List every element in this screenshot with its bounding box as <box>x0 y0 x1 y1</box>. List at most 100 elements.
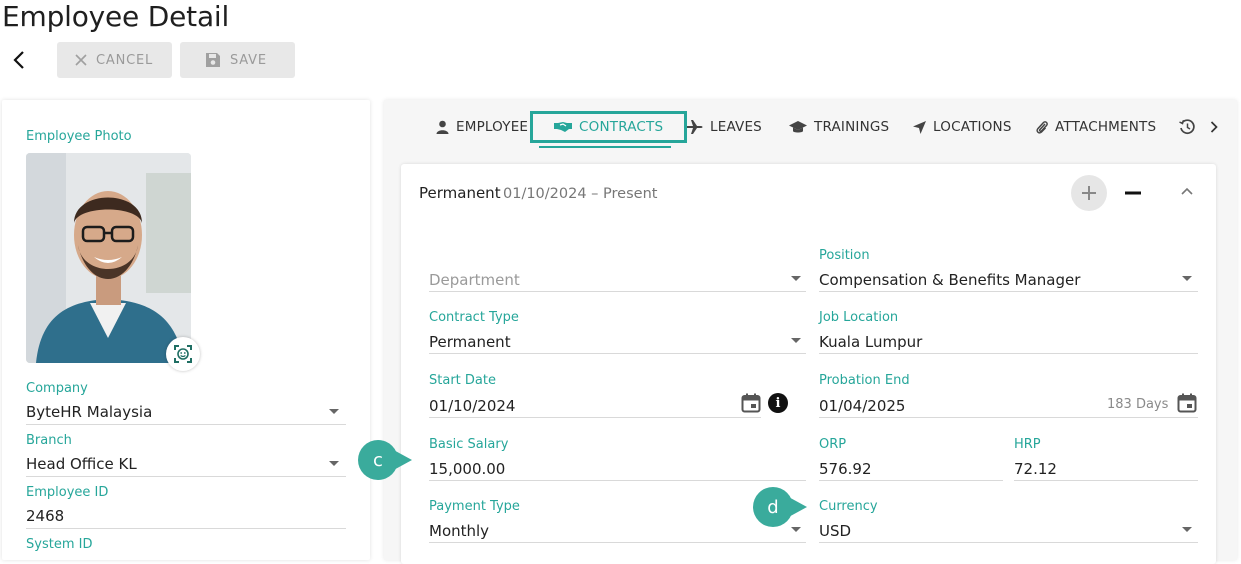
tabs-scroll-right-button[interactable] <box>1210 112 1218 142</box>
position-label: Position <box>819 248 870 263</box>
add-contract-button[interactable] <box>1071 175 1107 211</box>
department-select[interactable]: Department <box>429 271 520 289</box>
divider <box>819 291 1198 292</box>
cancel-button[interactable]: CANCEL <box>57 42 172 78</box>
back-button[interactable] <box>8 48 30 72</box>
divider <box>429 417 761 418</box>
contract-type-heading: Permanent <box>419 184 501 202</box>
employee-photo <box>26 153 191 363</box>
contract-type-select[interactable]: Permanent <box>429 333 511 351</box>
probation-end-label: Probation End <box>819 373 910 388</box>
chevron-down-icon[interactable] <box>329 409 339 414</box>
chevron-down-icon[interactable] <box>329 461 339 466</box>
tab-locations[interactable]: LOCATIONS <box>913 112 1012 142</box>
tab-label: LEAVES <box>710 119 762 135</box>
hrp-label: HRP <box>1014 437 1041 452</box>
save-label: SAVE <box>230 52 267 68</box>
tab-label: ATTACHMENTS <box>1055 119 1157 135</box>
divider <box>429 353 806 354</box>
chevron-right-icon <box>1210 121 1218 133</box>
probation-days: 183 Days <box>1107 397 1169 412</box>
branch-select[interactable]: Head Office KL <box>26 455 137 473</box>
divider <box>429 542 806 543</box>
person-icon <box>436 120 449 134</box>
payment-type-label: Payment Type <box>429 499 520 514</box>
plane-icon <box>687 120 703 134</box>
page-title: Employee Detail <box>2 0 230 33</box>
start-date-field[interactable]: 01/10/2024 <box>429 397 515 415</box>
tab-label: LOCATIONS <box>933 119 1012 135</box>
face-recognition-button[interactable] <box>166 337 200 371</box>
save-button[interactable]: SAVE <box>180 42 295 78</box>
divider <box>1014 480 1198 481</box>
info-icon[interactable]: i <box>768 393 788 413</box>
close-icon <box>75 54 87 66</box>
chevron-down-icon[interactable] <box>1182 276 1192 281</box>
contract-type-label: Contract Type <box>429 310 519 325</box>
divider <box>26 528 346 529</box>
company-select[interactable]: ByteHR Malaysia <box>26 403 152 421</box>
calendar-icon[interactable] <box>1177 393 1197 417</box>
job-location-field[interactable]: Kuala Lumpur <box>819 333 922 351</box>
tab-attachments[interactable]: ATTACHMENTS <box>1036 112 1156 142</box>
plus-icon <box>1082 186 1096 200</box>
floppy-disk-icon <box>206 53 220 67</box>
paperclip-icon <box>1036 120 1048 134</box>
callout-d: d <box>753 487 807 527</box>
history-icon <box>1179 119 1195 135</box>
probation-end-field[interactable]: 01/04/2025 <box>819 397 905 415</box>
minus-icon <box>1125 191 1141 195</box>
chevron-down-icon[interactable] <box>791 338 801 343</box>
divider <box>819 480 1003 481</box>
orp-field[interactable]: 576.92 <box>819 460 872 478</box>
chevron-up-icon <box>1181 187 1193 195</box>
detail-tabs-card: EMPLOYEE CONTRACTS LEAVES TRAININGS LOCA… <box>384 100 1237 564</box>
tab-label: TRAININGS <box>814 119 890 135</box>
tab-label: EMPLOYEE <box>456 119 529 135</box>
tab-history[interactable] <box>1179 112 1195 142</box>
tab-contracts[interactable]: CONTRACTS <box>530 111 688 143</box>
payment-type-select[interactable]: Monthly <box>429 522 489 540</box>
employee-id-label: Employee ID <box>26 485 109 500</box>
cancel-label: CANCEL <box>96 52 154 68</box>
divider <box>429 291 806 292</box>
currency-label: Currency <box>819 499 878 514</box>
position-select[interactable]: Compensation & Benefits Manager <box>819 271 1080 289</box>
divider <box>26 424 346 425</box>
branch-label: Branch <box>26 433 72 448</box>
orp-label: ORP <box>819 437 847 452</box>
employee-id-field[interactable]: 2468 <box>26 507 64 525</box>
tab-leaves[interactable]: LEAVES <box>687 112 762 142</box>
start-date-label: Start Date <box>429 373 496 388</box>
contract-period: 01/10/2024 – Present <box>503 186 658 202</box>
company-label: Company <box>26 381 88 396</box>
chevron-down-icon[interactable] <box>791 276 801 281</box>
callout-c: c <box>358 440 412 480</box>
chevron-left-icon <box>13 51 24 69</box>
hrp-field[interactable]: 72.12 <box>1014 460 1057 478</box>
employee-summary-card: Employee Photo Company ByteHR Malaysia B… <box>2 100 370 560</box>
remove-contract-button[interactable] <box>1121 181 1145 205</box>
basic-salary-field[interactable]: 15,000.00 <box>429 460 505 478</box>
tab-label: CONTRACTS <box>579 119 664 135</box>
job-location-label: Job Location <box>819 310 899 325</box>
face-scan-icon <box>174 345 192 363</box>
divider <box>819 542 1198 543</box>
active-tab-indicator <box>539 146 671 148</box>
location-arrow-icon <box>913 120 926 134</box>
divider <box>429 480 806 481</box>
calendar-icon[interactable] <box>741 393 761 417</box>
tab-trainings[interactable]: TRAININGS <box>789 112 889 142</box>
basic-salary-label: Basic Salary <box>429 437 509 452</box>
employee-photo-label: Employee Photo <box>26 129 132 144</box>
divider <box>819 353 1198 354</box>
collapse-button[interactable] <box>1176 180 1198 202</box>
tab-employee[interactable]: EMPLOYEE <box>436 112 528 142</box>
chevron-down-icon[interactable] <box>1182 527 1192 532</box>
graduation-cap-icon <box>789 120 807 132</box>
divider <box>819 417 1198 418</box>
divider <box>26 476 346 477</box>
system-id-label: System ID <box>26 537 93 552</box>
chevron-down-icon[interactable] <box>791 527 801 532</box>
currency-select[interactable]: USD <box>819 522 851 540</box>
